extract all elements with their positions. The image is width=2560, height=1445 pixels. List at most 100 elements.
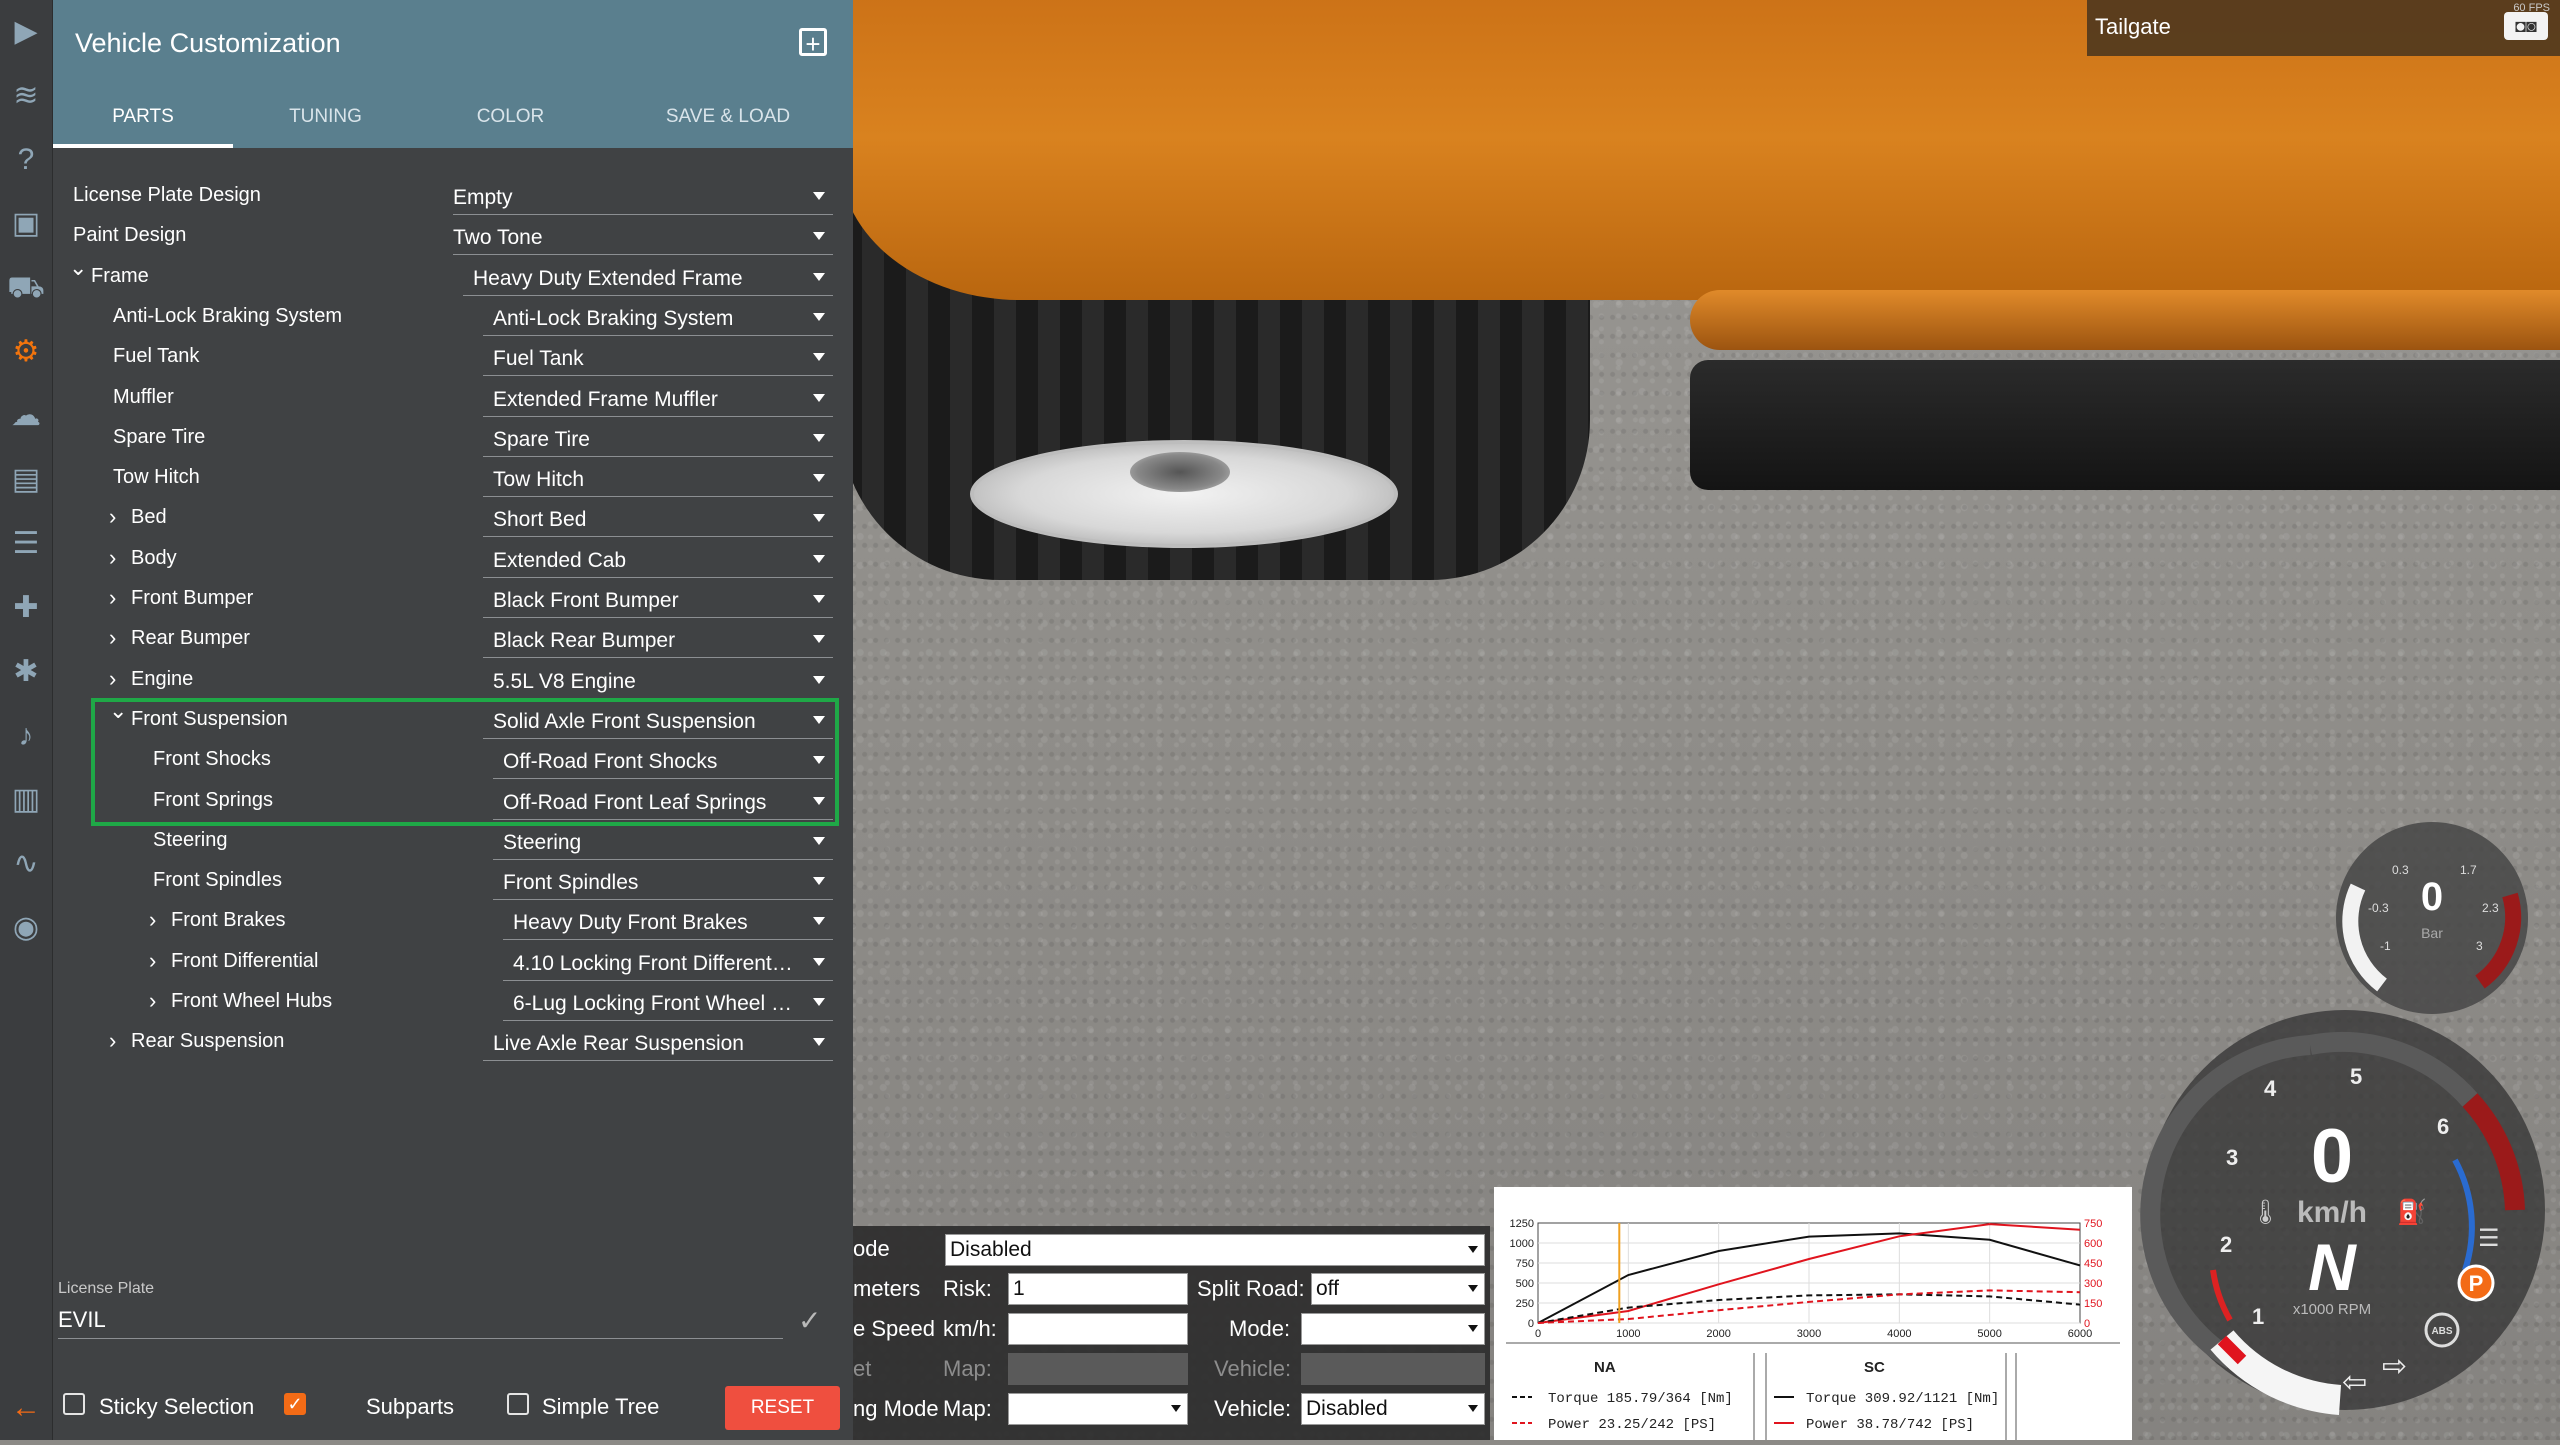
gamepad-icon[interactable]: ✚ bbox=[6, 588, 46, 628]
reset-button[interactable]: RESET bbox=[725, 1386, 840, 1430]
play-icon[interactable]: ▶ bbox=[6, 12, 46, 52]
chevron-right-icon[interactable]: › bbox=[149, 988, 156, 1014]
chevron-right-icon[interactable]: › bbox=[109, 625, 116, 651]
part-select[interactable]: Extended Frame Muffler bbox=[483, 384, 833, 417]
tab-parts[interactable]: PARTS bbox=[53, 92, 233, 148]
part-select[interactable]: Heavy Duty Extended Frame bbox=[463, 263, 833, 296]
path-icon[interactable]: ∿ bbox=[6, 844, 46, 884]
part-select[interactable]: Fuel Tank bbox=[483, 343, 833, 377]
parts-tree-row[interactable]: Anti-Lock Braking System Anti-Lock Brakin… bbox=[53, 297, 833, 337]
sliders-icon[interactable]: ☰ bbox=[6, 524, 46, 564]
subparts-checkbox[interactable]: ✓ bbox=[284, 1393, 306, 1415]
x-tick: 5000 bbox=[1977, 1328, 2001, 1340]
parts-tree-row[interactable]: ⌄ Frame Heavy Duty Extended Frame bbox=[53, 255, 833, 297]
mode2-select[interactable] bbox=[1301, 1313, 1485, 1345]
parts-tree-row[interactable]: › Rear Suspension Live Axle Rear Suspensio… bbox=[53, 1022, 833, 1062]
parts-tree-row[interactable]: Front Spindles Front Spindles bbox=[53, 861, 833, 901]
parts-tree-row[interactable]: › Rear Bumper Black Rear Bumper bbox=[53, 619, 833, 659]
fuel-pump-icon: ⛽ bbox=[2397, 1198, 2427, 1226]
part-select[interactable]: Black Front Bumper bbox=[483, 585, 833, 618]
camera-icon[interactable]: ◉ bbox=[6, 908, 46, 948]
camera-toggle-icon[interactable]: ◘◙ bbox=[2504, 12, 2548, 40]
mode-select[interactable]: Disabled bbox=[945, 1234, 1485, 1266]
part-slot-label: Body bbox=[131, 546, 177, 569]
parts-tree-row[interactable]: › Engine 5.5L V8 Engine bbox=[53, 660, 833, 700]
y-tick-right: 600 bbox=[2084, 1238, 2102, 1250]
part-select[interactable]: Empty bbox=[453, 182, 833, 215]
license-plate-input[interactable]: EVIL bbox=[58, 1302, 783, 1339]
cloud-icon[interactable]: ☁ bbox=[6, 396, 46, 436]
part-select[interactable]: 6-Lug Locking Front Wheel … bbox=[503, 988, 833, 1021]
sc-power: Power 38.78/742 [PS] bbox=[1806, 1417, 1974, 1433]
kmh-label: km/h: bbox=[943, 1316, 997, 1341]
simple-tree-checkbox[interactable] bbox=[507, 1393, 529, 1415]
x-tick: 4000 bbox=[1887, 1328, 1911, 1340]
part-select[interactable]: 5.5L V8 Engine bbox=[483, 666, 833, 699]
parts-tree-row[interactable]: Steering Steering bbox=[53, 821, 833, 861]
speed-input[interactable] bbox=[1008, 1313, 1188, 1345]
chevron-right-icon[interactable]: › bbox=[149, 907, 156, 933]
parts-tree-row[interactable]: License Plate Design Empty bbox=[53, 176, 833, 216]
back-arrow-icon[interactable]: ← bbox=[6, 1388, 46, 1428]
map2-select[interactable] bbox=[1008, 1393, 1188, 1425]
parts-tree-row[interactable]: › Front Differential 4.10 Locking Front Di… bbox=[53, 942, 833, 982]
part-select[interactable]: Short Bed bbox=[483, 504, 833, 538]
bug-icon[interactable]: ✱ bbox=[6, 652, 46, 692]
part-select-value: Front Spindles bbox=[503, 871, 639, 895]
na-power: Power 23.25/242 [PS] bbox=[1548, 1417, 1716, 1433]
sound-icon[interactable]: ♪ bbox=[6, 716, 46, 756]
add-window-icon[interactable]: + bbox=[799, 28, 827, 57]
car-icon[interactable]: ⛟ bbox=[6, 268, 46, 308]
chart-icon[interactable]: ▥ bbox=[6, 780, 46, 820]
parts-tree-row[interactable]: › Front Wheel Hubs 6-Lug Locking Front Whe… bbox=[53, 982, 833, 1022]
chevron-right-icon[interactable]: › bbox=[109, 545, 116, 571]
layers-icon[interactable]: ≋ bbox=[6, 76, 46, 116]
chevron-right-icon[interactable]: › bbox=[109, 1028, 116, 1054]
apply-check-icon[interactable]: ✓ bbox=[798, 1304, 821, 1337]
chevron-down-icon[interactable]: ⌄ bbox=[69, 255, 87, 281]
part-select[interactable]: Extended Cab bbox=[483, 545, 833, 578]
mission-icon[interactable]: ▣ bbox=[6, 204, 46, 244]
part-select[interactable]: 4.10 Locking Front Different… bbox=[503, 948, 833, 981]
parts-tree-row[interactable]: › Front Bumper Black Front Bumper bbox=[53, 579, 833, 619]
y-tick-right: 450 bbox=[2084, 1258, 2102, 1270]
chevron-down-icon bbox=[813, 635, 825, 644]
chevron-right-icon[interactable]: › bbox=[109, 585, 116, 611]
risk-input[interactable]: 1 bbox=[1008, 1273, 1188, 1305]
part-select[interactable]: Spare Tire bbox=[483, 424, 833, 457]
sticky-selection-checkbox[interactable] bbox=[63, 1393, 85, 1415]
chevron-right-icon[interactable]: › bbox=[109, 504, 116, 530]
boost-tick: -0.3 bbox=[2368, 901, 2389, 915]
parts-tree-row[interactable]: Fuel Tank Fuel Tank bbox=[53, 337, 833, 377]
vehicle2-select[interactable]: Disabled bbox=[1301, 1393, 1485, 1425]
boost-unit: Bar bbox=[2421, 925, 2443, 941]
part-select[interactable]: Anti-Lock Braking System bbox=[483, 303, 833, 336]
split-road-select[interactable]: off bbox=[1311, 1273, 1485, 1305]
help-icon[interactable]: ? bbox=[6, 140, 46, 180]
vehicle-config-icon[interactable]: ⚙ bbox=[6, 332, 46, 372]
tab-save-load[interactable]: SAVE & LOAD bbox=[603, 92, 853, 148]
part-select[interactable]: Two Tone bbox=[453, 222, 833, 256]
split-road-value: off bbox=[1316, 1277, 1339, 1300]
chevron-right-icon[interactable]: › bbox=[109, 666, 116, 692]
parts-tree-row[interactable]: › Front Brakes Heavy Duty Front Brakes bbox=[53, 901, 833, 941]
parts-tree-row[interactable]: Paint Design Two Tone bbox=[53, 216, 833, 256]
tab-tuning[interactable]: TUNING bbox=[233, 92, 418, 148]
parts-tree-row[interactable]: › Bed Short Bed bbox=[53, 498, 833, 538]
tab-color[interactable]: COLOR bbox=[418, 92, 603, 148]
part-select[interactable]: Black Rear Bumper bbox=[483, 625, 833, 659]
chevron-right-icon[interactable]: › bbox=[149, 948, 156, 974]
parts-tree-row[interactable]: Muffler Extended Frame Muffler bbox=[53, 378, 833, 418]
part-slot-label: Front Wheel Hubs bbox=[171, 990, 333, 1012]
part-select[interactable]: Live Axle Rear Suspension bbox=[483, 1028, 833, 1062]
parts-tree-row[interactable]: › Body Extended Cab bbox=[53, 539, 833, 579]
part-select[interactable]: Front Spindles bbox=[493, 867, 833, 901]
part-select[interactable]: Heavy Duty Front Brakes bbox=[503, 907, 833, 941]
parts-tree-row[interactable]: Spare Tire Spare Tire bbox=[53, 418, 833, 458]
window-icon[interactable]: ▤ bbox=[6, 460, 46, 500]
chevron-down-icon bbox=[813, 554, 825, 563]
right-turn-signal-icon: ⇨ bbox=[2382, 1349, 2407, 1384]
part-select[interactable]: Steering bbox=[493, 827, 833, 860]
part-select[interactable]: Tow Hitch bbox=[483, 464, 833, 498]
parts-tree-row[interactable]: Tow Hitch Tow Hitch bbox=[53, 458, 833, 498]
